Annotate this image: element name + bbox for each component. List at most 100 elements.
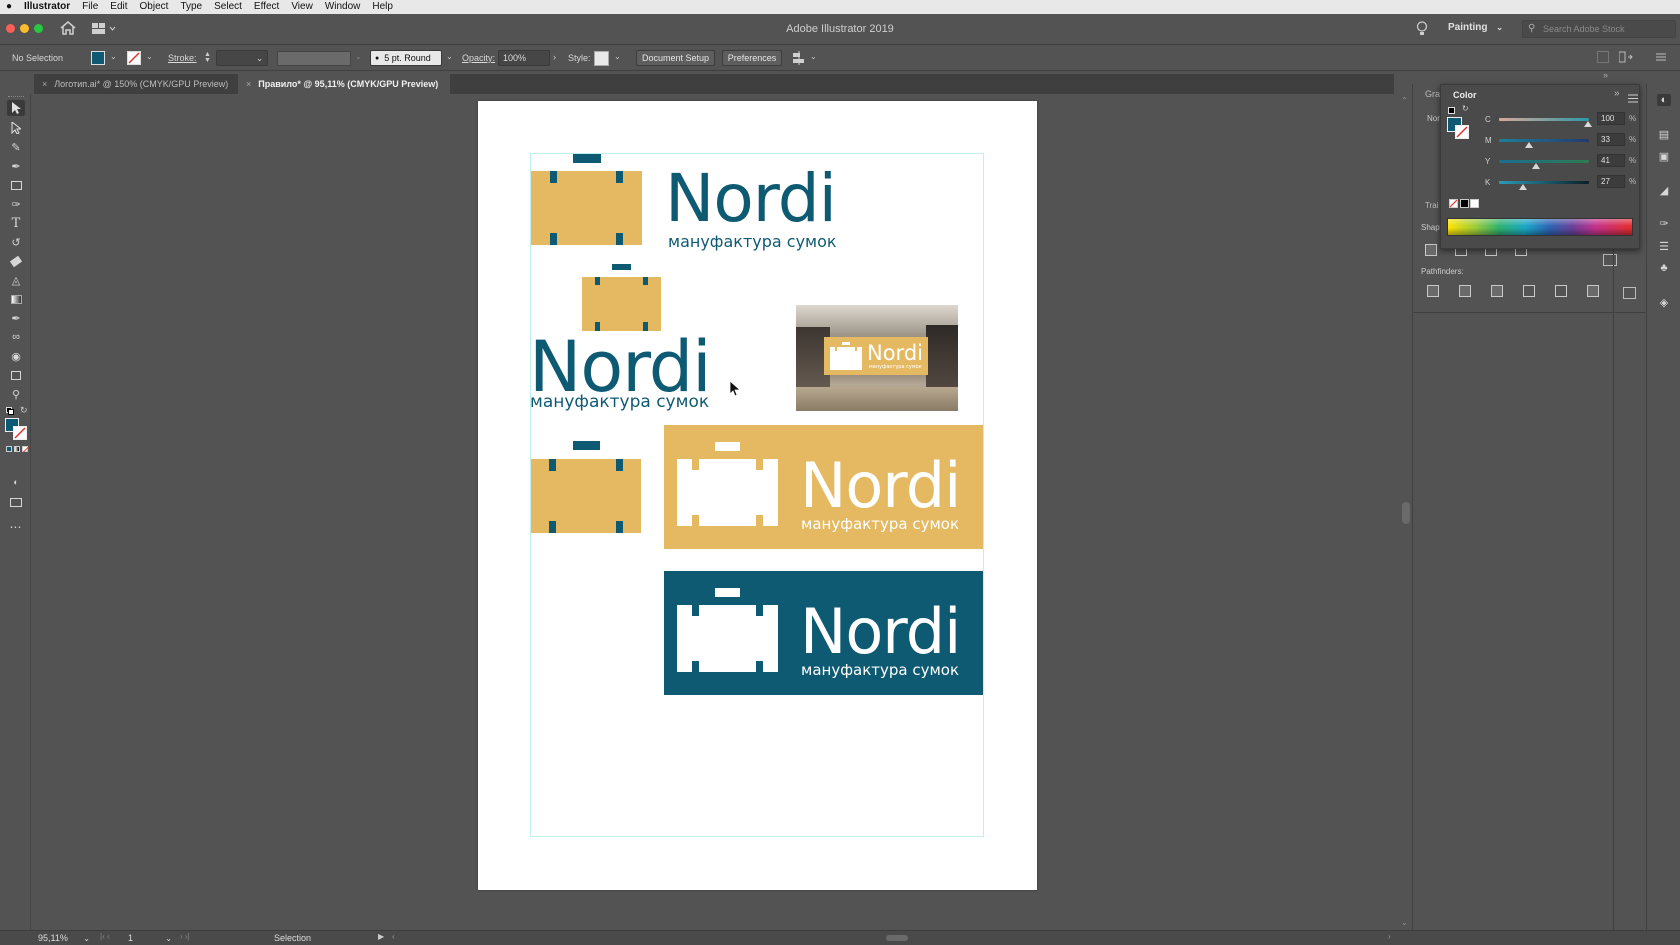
graphic-style-swatch[interactable]: [594, 51, 609, 66]
channel-y-slider[interactable]: [1499, 160, 1589, 163]
panel-label-transform[interactable]: Trai: [1425, 201, 1438, 210]
stroke-label[interactable]: Stroke:: [168, 53, 197, 63]
symbol-sprayer-tool-icon[interactable]: ◉: [7, 348, 25, 364]
channel-c-slider[interactable]: [1499, 118, 1589, 121]
draw-mode-icon[interactable]: ◐: [7, 474, 25, 490]
chevron-down-icon[interactable]: ⌄: [110, 52, 117, 61]
menu-type[interactable]: Type: [174, 0, 208, 14]
open-panel-icon[interactable]: [1623, 287, 1636, 299]
graphic-styles-icon[interactable]: ◢: [1657, 184, 1671, 197]
channel-y-thumb[interactable]: [1532, 163, 1540, 169]
stroke-color-swatch[interactable]: [13, 426, 27, 440]
stock-search[interactable]: ⚲ Search Adobe Stock: [1522, 20, 1676, 38]
menu-file[interactable]: File: [76, 0, 104, 14]
vertical-scrollbar[interactable]: ⌃ ⌄: [1399, 94, 1412, 930]
properties-icon[interactable]: ▣: [1657, 150, 1671, 163]
tab-logotip[interactable]: × Логотип.ai* @ 150% (CMYK/GPU Preview): [34, 74, 232, 94]
stroke-panel-icon[interactable]: ☰: [1657, 240, 1671, 253]
workspace-switcher[interactable]: Painting ⌄: [1448, 22, 1503, 33]
scroll-thumb[interactable]: [1402, 502, 1410, 524]
channel-k-value[interactable]: 27: [1597, 175, 1625, 188]
libraries-icon[interactable]: ▤: [1657, 128, 1671, 141]
symbols-icon[interactable]: ♣: [1657, 262, 1671, 274]
stroke-color-swatch[interactable]: [1455, 125, 1469, 139]
channel-k-slider[interactable]: [1499, 181, 1589, 184]
fill-swatch[interactable]: [91, 51, 105, 65]
expand-shape-icon[interactable]: [1603, 254, 1617, 266]
color-mode-icons[interactable]: [6, 446, 30, 454]
divide-icon[interactable]: [1427, 285, 1439, 297]
channel-y-value[interactable]: 41: [1597, 154, 1625, 167]
channel-c-value[interactable]: 100: [1597, 112, 1625, 125]
color-panel-icon[interactable]: ◐: [1657, 94, 1671, 106]
menu-help[interactable]: Help: [366, 0, 399, 14]
preferences-button[interactable]: Preferences: [722, 50, 782, 66]
default-colors-icon[interactable]: [6, 407, 14, 415]
shape-builder-tool-icon[interactable]: ◬: [7, 272, 25, 288]
artboard-number-field[interactable]: 1 ⌄: [128, 932, 172, 944]
scroll-right-icon[interactable]: ›: [1388, 932, 1391, 941]
logo-block-gold[interactable]: Nordi мануфактура сумок: [664, 425, 983, 549]
minus-back-icon[interactable]: [1587, 285, 1599, 297]
variable-width-profile[interactable]: [277, 51, 351, 66]
eyedropper-tool-icon[interactable]: ✒: [7, 310, 25, 326]
brush-definition[interactable]: ● 5 pt. Round: [370, 50, 442, 66]
swap-colors-icon[interactable]: ↻: [1462, 104, 1469, 113]
type-tool-icon[interactable]: T: [7, 215, 25, 231]
chevron-down-icon[interactable]: ⌄: [446, 52, 453, 61]
tab-color[interactable]: Color: [1453, 90, 1477, 100]
menu-select[interactable]: Select: [208, 0, 248, 14]
gradient-tool-icon[interactable]: [7, 291, 25, 307]
zoom-level-field[interactable]: 95,11% ⌄: [38, 932, 90, 944]
chevron-down-icon[interactable]: ⌄: [146, 52, 153, 61]
channel-m-slider[interactable]: [1499, 139, 1589, 142]
screen-mode-icon[interactable]: [7, 494, 25, 510]
chevron-down-icon[interactable]: ⌄: [614, 52, 621, 61]
color-spectrum[interactable]: [1447, 218, 1633, 236]
apple-menu-icon[interactable]: ●: [0, 0, 18, 14]
menu-edit[interactable]: Edit: [104, 0, 133, 14]
panel-menu-icon[interactable]: [1628, 90, 1638, 103]
layers-icon[interactable]: ◈: [1657, 296, 1671, 309]
white-swatch[interactable]: [1470, 199, 1479, 208]
lightbulb-icon[interactable]: [1416, 21, 1428, 36]
menu-illustrator[interactable]: Illustrator: [18, 0, 76, 14]
rectangle-tool-icon[interactable]: [7, 177, 25, 193]
curvature-tool-icon[interactable]: ✒: [7, 158, 25, 174]
scroll-left-icon[interactable]: ‹: [392, 932, 395, 941]
scroll-up-icon[interactable]: ⌃: [1401, 96, 1408, 105]
swap-colors-icon[interactable]: ↻: [20, 405, 28, 416]
scroll-down-icon[interactable]: ⌄: [1401, 918, 1408, 927]
status-menu-icon[interactable]: ▶: [378, 932, 384, 941]
collapse-panel-icon[interactable]: »: [1614, 88, 1620, 99]
store-mockup-photo[interactable]: Nordi мануфактура сумок: [796, 305, 958, 411]
tab-pravilo[interactable]: × Правило* @ 95,11% (CMYK/GPU Preview): [238, 74, 450, 94]
stroke-swatch[interactable]: [127, 51, 141, 65]
chevron-down-icon[interactable]: ⌄: [810, 52, 817, 61]
crop-icon[interactable]: [1523, 285, 1535, 297]
artboard-nav-last-icon[interactable]: › ›|: [180, 932, 190, 941]
horizontal-scrollbar[interactable]: ‹ ›: [392, 932, 1396, 943]
opacity-field[interactable]: 100%: [498, 50, 550, 66]
document-setup-button[interactable]: Document Setup: [636, 50, 715, 66]
paintbrush-tool-icon[interactable]: ✑: [7, 196, 25, 212]
panel-collapse-icon[interactable]: »: [1603, 70, 1608, 80]
chevron-right-icon[interactable]: ›: [553, 52, 556, 62]
menu-window[interactable]: Window: [319, 0, 367, 14]
close-icon[interactable]: ×: [42, 79, 47, 89]
channel-k-thumb[interactable]: [1519, 184, 1527, 190]
scroll-thumb[interactable]: [886, 935, 908, 941]
eraser-tool-icon[interactable]: [7, 253, 25, 269]
channel-m-value[interactable]: 33: [1597, 133, 1625, 146]
merge-icon[interactable]: [1491, 285, 1503, 297]
menu-view[interactable]: View: [285, 0, 319, 14]
logo-block-teal[interactable]: Nordi мануфактура сумок: [664, 571, 983, 695]
stroke-stepper-icon[interactable]: ▲ ▼: [204, 51, 211, 64]
more-tools-icon[interactable]: ⋯: [7, 519, 25, 535]
logo-horizontal-gold-teal[interactable]: Nordi мануфактура сумок: [531, 154, 861, 254]
menu-object[interactable]: Object: [134, 0, 175, 14]
artboard-nav-first-icon[interactable]: |‹ ‹: [100, 932, 110, 941]
selection-tool-icon[interactable]: [7, 100, 25, 116]
logo-stacked-gold-teal[interactable]: Nordi мануфактура сумок: [529, 264, 729, 414]
direct-selection-tool-icon[interactable]: [7, 120, 25, 136]
